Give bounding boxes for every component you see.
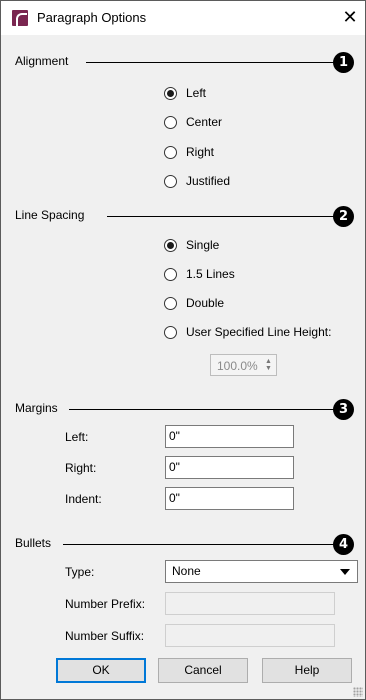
radio-circle[interactable] <box>164 145 177 159</box>
bullet-type-select[interactable]: None <box>165 560 358 583</box>
line-spacing-section-label: Line Spacing <box>15 208 85 222</box>
cancel-button[interactable]: Cancel <box>158 658 248 683</box>
spinner-down-icon[interactable]: ▼ <box>264 365 273 372</box>
bullet-type-value: None <box>172 564 201 578</box>
radio-circle[interactable] <box>164 174 177 188</box>
margin-indent-field[interactable]: 0" <box>165 487 294 510</box>
radio-label: 1.5 Lines <box>186 267 235 281</box>
radio-circle[interactable] <box>164 325 177 339</box>
radio-label: Left <box>186 86 207 100</box>
line-spacing-double-radio[interactable]: Double <box>164 294 224 312</box>
alignment-justified-radio[interactable]: Justified <box>164 172 230 190</box>
radio-label: Justified <box>186 174 231 188</box>
alignment-section-label: Alignment <box>15 54 69 68</box>
radio-circle[interactable] <box>164 115 177 129</box>
radio-circle[interactable] <box>164 267 177 281</box>
alignment-right-radio[interactable]: Right <box>164 143 214 161</box>
spinner-arrows[interactable]: ▲ ▼ <box>264 358 273 372</box>
radio-label: User Specified Line Height: <box>186 325 332 339</box>
radio-circle[interactable] <box>164 86 177 100</box>
alignment-divider <box>86 62 335 63</box>
line-spacing-divider <box>107 216 335 217</box>
margins-divider <box>69 409 335 410</box>
radio-circle[interactable] <box>164 238 177 252</box>
margins-section-label: Margins <box>15 401 58 415</box>
paragraph-options-dialog: Paragraph Options ✕ Alignment 1 Left Cen… <box>0 0 366 700</box>
line-spacing-1-5-radio[interactable]: 1.5 Lines <box>164 265 235 283</box>
line-height-value: 100.0% <box>217 359 258 373</box>
help-button[interactable]: Help <box>262 658 352 683</box>
number-suffix-label: Number Suffix: <box>65 629 145 643</box>
number-suffix-field[interactable] <box>165 624 335 647</box>
callout-badge-1: 1 <box>333 52 354 73</box>
number-prefix-field[interactable] <box>165 592 335 615</box>
callout-badge-2: 2 <box>333 206 354 227</box>
bullet-type-label: Type: <box>65 565 95 579</box>
bullets-section-label: Bullets <box>15 536 52 550</box>
radio-label: Right <box>186 145 215 159</box>
close-button[interactable]: ✕ <box>339 6 361 28</box>
chevron-down-icon <box>340 569 350 575</box>
title-bar[interactable]: Paragraph Options ✕ <box>1 1 365 35</box>
line-spacing-single-radio[interactable]: Single <box>164 236 219 254</box>
radio-label: Center <box>186 115 223 129</box>
radio-circle[interactable] <box>164 296 177 310</box>
spinner-up-icon[interactable]: ▲ <box>264 358 273 365</box>
alignment-left-radio[interactable]: Left <box>164 84 206 102</box>
margin-right-field[interactable]: 0" <box>165 456 294 479</box>
line-spacing-user-radio[interactable]: User Specified Line Height: <box>164 323 331 341</box>
alignment-center-radio[interactable]: Center <box>164 113 222 131</box>
callout-badge-4: 4 <box>333 534 354 555</box>
line-height-spinner[interactable]: 100.0% ▲ ▼ <box>210 354 277 376</box>
margin-left-field[interactable]: 0" <box>165 425 294 448</box>
window-title: Paragraph Options <box>37 10 147 25</box>
resize-grip-icon[interactable] <box>353 687 363 697</box>
radio-label: Single <box>186 238 220 252</box>
number-prefix-label: Number Prefix: <box>65 597 146 611</box>
margin-right-label: Right: <box>65 461 97 475</box>
bullets-divider <box>63 544 335 545</box>
margin-left-label: Left: <box>65 430 89 444</box>
ok-button[interactable]: OK <box>56 658 146 683</box>
margin-indent-label: Indent: <box>65 492 102 506</box>
radio-label: Double <box>186 296 225 310</box>
chief-architect-icon <box>12 10 28 27</box>
callout-badge-3: 3 <box>333 399 354 420</box>
